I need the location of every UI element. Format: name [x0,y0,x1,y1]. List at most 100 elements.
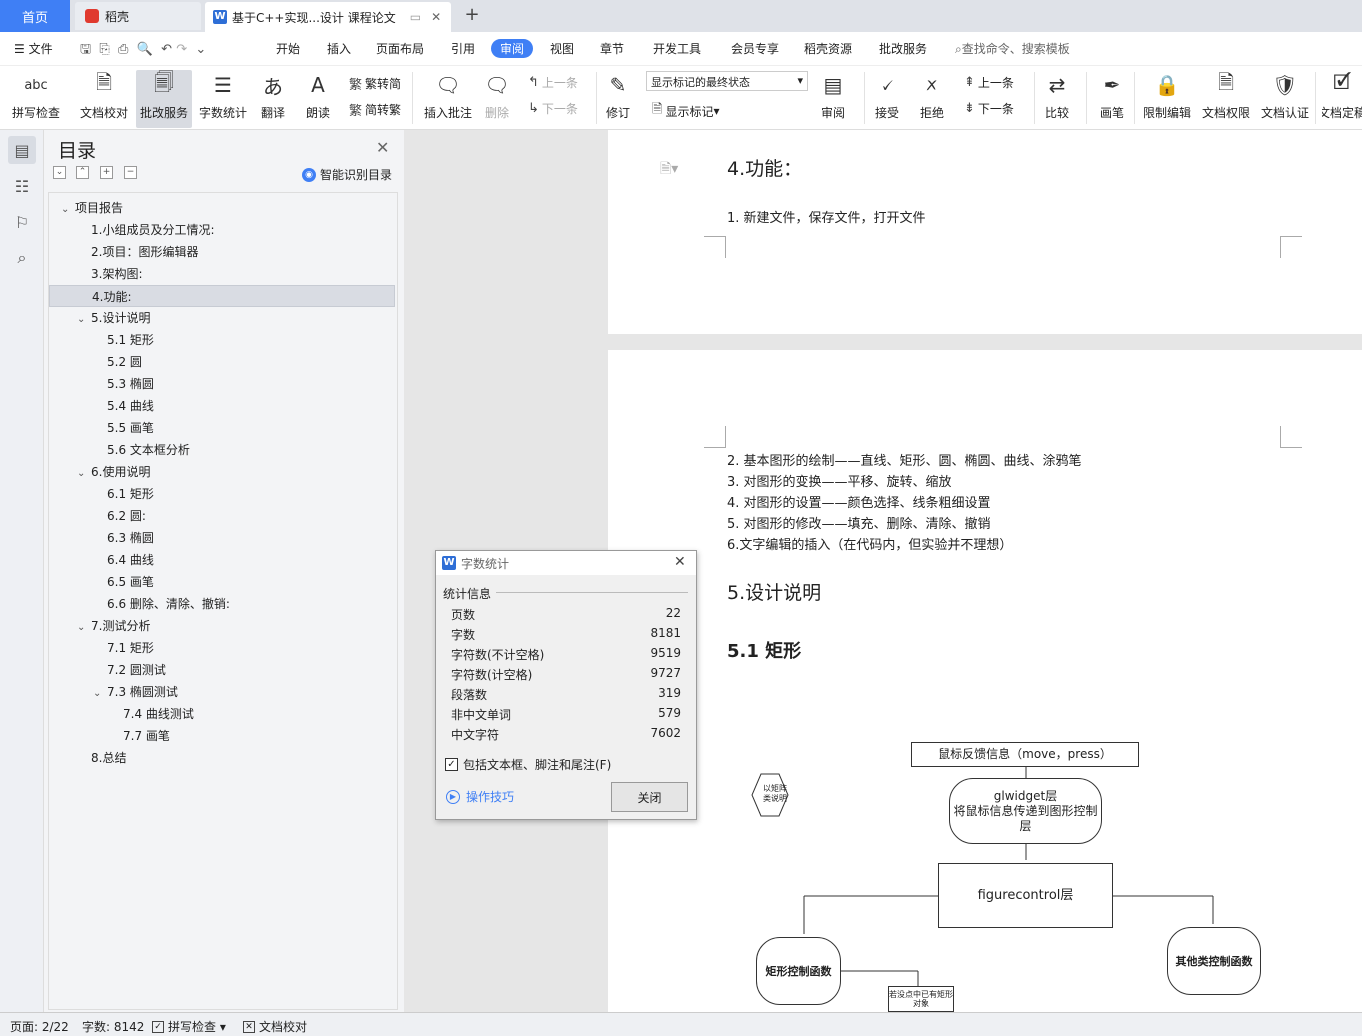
toc-item[interactable]: 6.2 圆: [49,505,395,527]
word-count-indicator[interactable]: 字数: 8142 [82,1018,144,1035]
toc-item[interactable]: 5.6 文本框分析 [49,439,395,461]
tab-home[interactable]: 首页 [0,0,70,32]
chevron-down-icon[interactable]: ⌄ [61,199,75,221]
pen-button[interactable]: ✒ 画笔 [1097,70,1127,121]
menu-daoke-resources[interactable]: 稻壳资源 [804,40,852,57]
close-tab-icon[interactable]: ✕ [431,10,441,24]
review-service-button[interactable]: 🗐 批改服务 [136,70,193,128]
tips-link[interactable]: ▶ 操作技巧 [446,788,514,805]
track-changes-button[interactable]: ✎ 修订 [603,70,633,121]
menu-view[interactable]: 视图 [550,40,574,57]
menu-correction-service[interactable]: 批改服务 [879,40,927,57]
remove-level-icon[interactable]: − [124,166,137,179]
toc-item[interactable]: 6.6 删除、清除、撤销: [49,593,395,615]
menu-member[interactable]: 会员专享 [731,40,779,57]
toc-item[interactable]: ⌄ 项目报告 [49,197,395,219]
document-finalize-button[interactable]: 🗹 文档定稿 [1322,70,1362,121]
menu-reference[interactable]: 引用 [451,40,475,57]
toc-item[interactable]: ⌄ 7.3 椭圆测试 [49,681,395,703]
menu-devtools[interactable]: 开发工具 [653,40,701,57]
markup-state-select[interactable]: 显示标记的最终状态 ▾ [646,71,808,91]
toc-item[interactable]: 8.总结 [49,747,395,769]
menu-review[interactable]: 审阅 [491,39,534,58]
command-search[interactable]: ⌕查找命令、搜索模板 [955,40,1070,57]
accept-button[interactable]: 🗸 接受 [872,70,902,121]
menu-layout[interactable]: 页面布局 [376,40,424,57]
tab-daoke[interactable]: 稻壳 [75,2,201,30]
reject-button[interactable]: 🗴 拒绝 [917,70,947,121]
simp-to-trad-button[interactable]: 繁简转繁 [349,100,401,119]
next-comment-button[interactable]: ↳ 下一条 [528,100,578,117]
toc-item[interactable]: 5.1 矩形 [49,329,395,351]
find-icon[interactable]: ⌕ [8,244,36,272]
toc-item[interactable]: 1.小组成员及分工情况: [49,219,395,241]
page-indicator[interactable]: 页面: 2/22 [10,1018,69,1035]
file-menu[interactable]: ☰ 文件 [14,40,53,57]
show-markup-button[interactable]: 🗎 显示标记 ▾ [652,100,720,122]
compare-button[interactable]: ⇄ 比较 [1042,70,1072,121]
toc-item[interactable]: 6.3 椭圆 [49,527,395,549]
add-level-icon[interactable]: + [100,166,113,179]
close-icon[interactable]: ✕ [674,554,686,570]
toc-item[interactable]: 5.2 圆 [49,351,395,373]
toc-item[interactable]: 7.1 矩形 [49,637,395,659]
export-icon[interactable]: ⎘ [99,42,109,57]
chevron-down-icon[interactable]: ⌄ [77,617,91,639]
toc-item[interactable]: 7.7 画笔 [49,725,395,747]
toc-item[interactable]: 4.功能: [49,285,395,307]
toc-item[interactable]: 3.架构图: [49,263,395,285]
chapter-panel-icon[interactable]: ☷ [8,172,36,200]
undo-icon[interactable]: ↶ [161,42,172,57]
collapse-all-icon[interactable]: ⌄ [53,166,66,179]
trad-to-simp-button[interactable]: 繁繁转简 [349,74,401,93]
toc-item[interactable]: 5.4 曲线 [49,395,395,417]
toc-item[interactable]: 6.1 矩形 [49,483,395,505]
chevron-down-icon[interactable]: ⌄ [77,463,91,485]
bookmark-icon[interactable]: ⚐ [8,208,36,236]
tab-document[interactable]: W 基于C++实现...设计 课程论文 ▭ ✕ [205,2,451,32]
read-aloud-button[interactable]: A 朗读 [303,70,333,121]
prev-comment-button[interactable]: ↰ 上一条 [528,74,578,91]
translate-button[interactable]: あ翻译 [258,70,288,121]
review-pane-button[interactable]: ▤ 审阅 [818,70,848,121]
save-icon[interactable]: 🖫 [80,42,91,57]
document-certify-button[interactable]: 🛡 文档认证 [1261,70,1309,121]
close-button[interactable]: 关闭 [611,782,688,812]
delete-comment-button[interactable]: 🗨 删除 [482,70,512,121]
menu-chapter[interactable]: 章节 [600,40,624,57]
toc-item[interactable]: 5.3 椭圆 [49,373,395,395]
toc-item[interactable]: 6.5 画笔 [49,571,395,593]
toc-item[interactable]: 5.5 画笔 [49,417,395,439]
dialog-titlebar[interactable]: W 字数统计 [436,551,696,575]
toc-item[interactable]: ⌄ 5.设计说明 [49,307,395,329]
preview-icon[interactable]: 🔍 [137,42,153,57]
expand-up-icon[interactable]: ⌃ [76,166,89,179]
paragraph-menu-icon[interactable]: 🗎▾ [660,158,678,182]
word-count-button[interactable]: ☰ 字数统计 [199,70,247,121]
chevron-down-icon[interactable]: ⌄ [93,683,107,705]
toc-item[interactable]: ⌄ 7.测试分析 [49,615,395,637]
toc-item[interactable]: 7.4 曲线测试 [49,703,395,725]
customize-icon[interactable]: ⌄ [195,42,206,57]
spell-check-toggle[interactable]: ✓ 拼写检查 ▾ [152,1018,226,1035]
proof-toggle[interactable]: ✕ 文档校对 [243,1018,307,1035]
menu-insert[interactable]: 插入 [327,40,351,57]
print-icon[interactable]: ⎙ [118,42,128,57]
toc-item[interactable]: ⌄ 6.使用说明 [49,461,395,483]
toc-item[interactable]: 6.4 曲线 [49,549,395,571]
include-textbox-checkbox[interactable]: ✓ 包括文本框、脚注和尾注(F) [445,756,611,773]
toc-item[interactable]: 7.2 圆测试 [49,659,395,681]
toc-item[interactable]: 2.项目：图形编辑器 [49,241,395,263]
smart-toc-button[interactable]: ◉ 智能识别目录 [302,166,392,183]
toc-panel-icon[interactable]: ▤ [8,136,36,164]
prev-change-button[interactable]: ⇞ 上一条 [964,74,1014,91]
insert-comment-button[interactable]: 🗨 插入批注 [424,70,472,121]
pin-icon[interactable]: ▭ [410,10,421,24]
redo-icon[interactable]: ↷ [176,42,187,57]
restrict-editing-button[interactable]: 🔒 限制编辑 [1143,70,1191,121]
next-change-button[interactable]: ⇟ 下一条 [964,100,1014,117]
chevron-down-icon[interactable]: ⌄ [77,309,91,331]
menu-start[interactable]: 开始 [276,40,300,57]
document-proof-button[interactable]: 🗎 文档校对 [80,70,128,121]
document-permission-button[interactable]: 🗎 文档权限 [1202,70,1250,121]
